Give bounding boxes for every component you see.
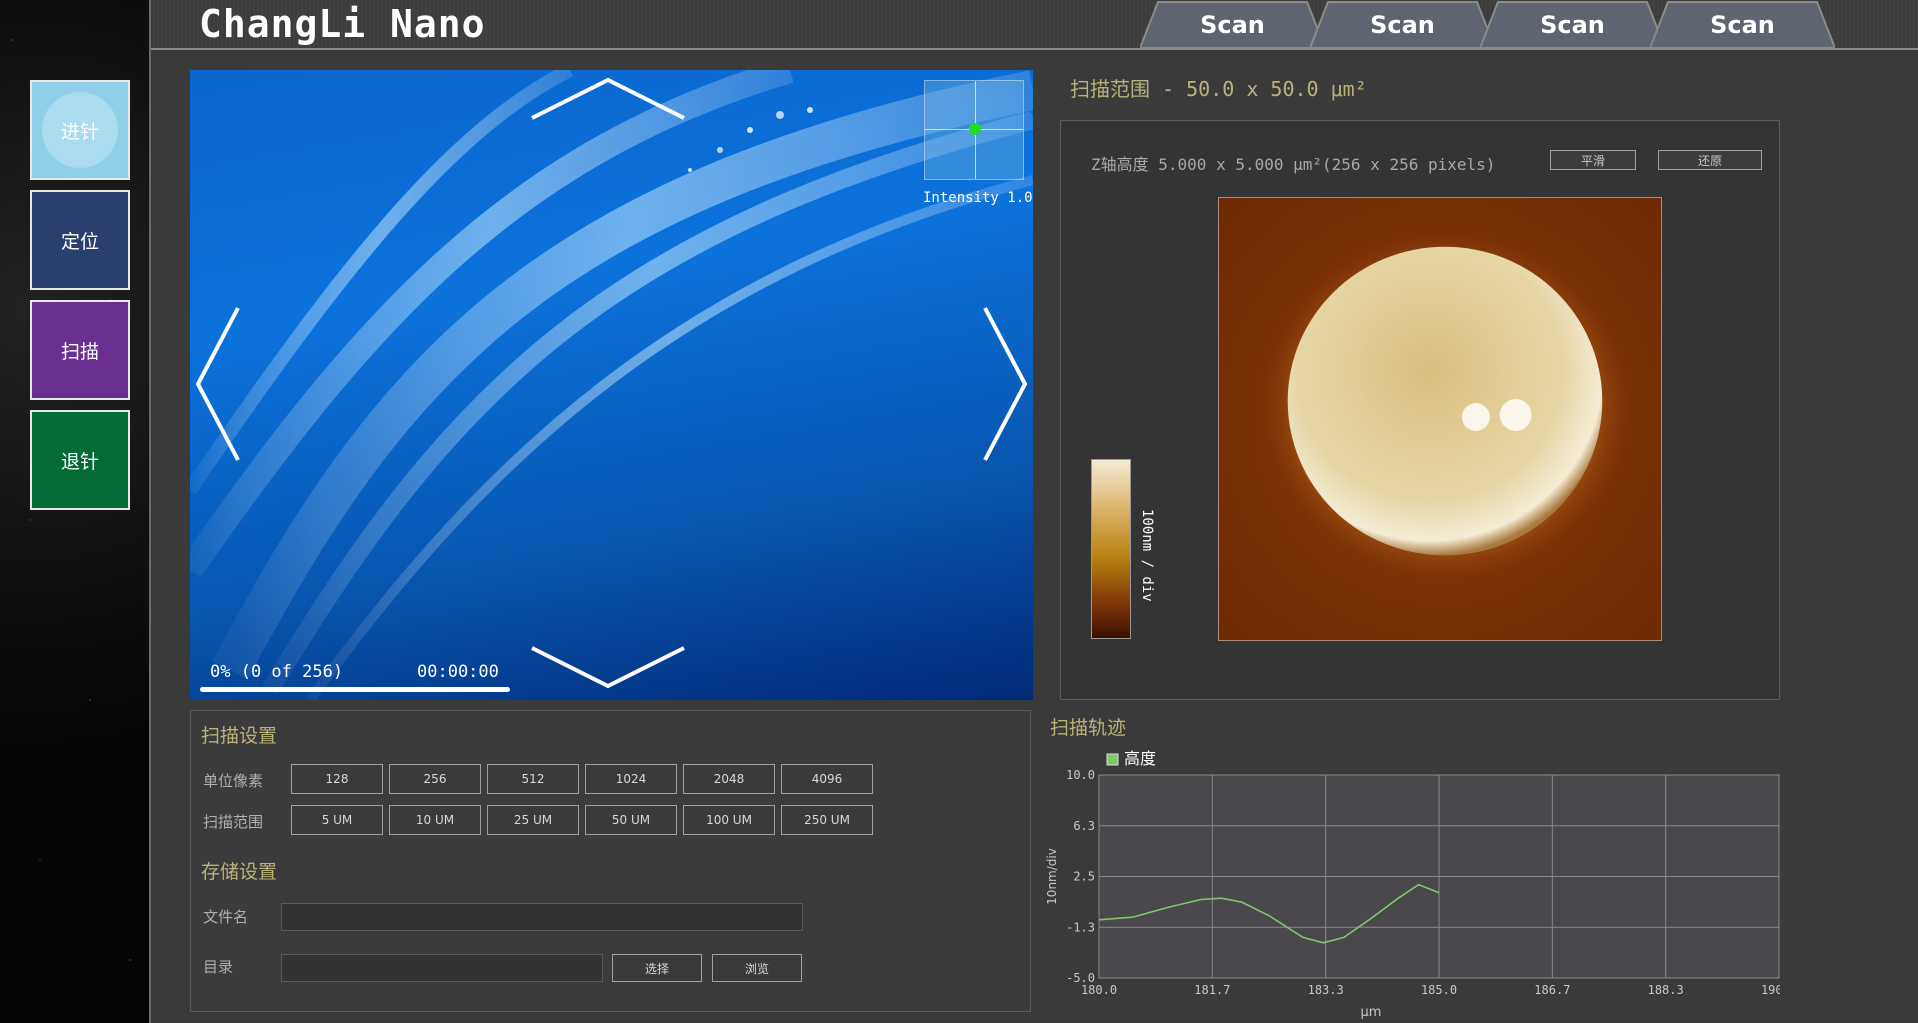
x-tick-label: 190.0: [1761, 983, 1780, 997]
tab-scan-3-label: Scan: [1540, 11, 1605, 39]
x-tick-label: 186.7: [1534, 983, 1570, 997]
x-tick-label: 185.0: [1421, 983, 1457, 997]
scan-settings-panel: 扫描设置 单位像素 128 256 512 1024 2048 4096 扫描范…: [190, 710, 1031, 1012]
legend-swatch: [1106, 753, 1119, 766]
tab-scan-1[interactable]: Scan: [1140, 0, 1325, 50]
pixel-512-button[interactable]: 512: [487, 764, 579, 794]
approach-button[interactable]: 进针: [30, 80, 130, 180]
range-100um-button[interactable]: 100 UM: [683, 805, 775, 835]
scan-range-label: 扫描范围: [203, 813, 264, 831]
scan-progress-bar: [200, 687, 510, 692]
tab-scan-1-label: Scan: [1200, 11, 1265, 39]
pixel-resolution-label: 单位像素: [203, 772, 264, 790]
app-window: 进针 定位 扫描 退针 ChangLi Nano Scan Scan Scan …: [0, 0, 1918, 1023]
scan-image-panel: Z轴高度 5.000 x 5.000 μm²(256 x 256 pixels)…: [1060, 120, 1780, 700]
y-tick-label: 2.5: [1073, 870, 1095, 884]
retract-button[interactable]: 退针: [30, 410, 130, 510]
up-arrow-icon[interactable]: [530, 76, 686, 120]
tab-scan-2[interactable]: Scan: [1310, 0, 1495, 50]
y-tick-label: -1.3: [1066, 920, 1095, 934]
smooth-button[interactable]: 平滑: [1550, 150, 1636, 170]
z-height-info: Z轴高度 5.000 x 5.000 μm²(256 x 256 pixels): [1091, 155, 1496, 174]
x-tick-label: 183.3: [1308, 983, 1344, 997]
scan-range-title: 扫描范围 - 50.0 x 50.0 μm²: [1070, 77, 1367, 101]
legend-label: 高度: [1124, 749, 1156, 768]
tab-scan-3[interactable]: Scan: [1480, 0, 1665, 50]
restore-button[interactable]: 还原: [1658, 150, 1762, 170]
range-5um-button[interactable]: 5 UM: [291, 805, 383, 835]
approach-button-glow: 进针: [42, 92, 118, 168]
afm-height-image[interactable]: [1218, 197, 1662, 641]
retract-label: 退针: [60, 450, 99, 473]
browse-button[interactable]: 浏览: [712, 954, 802, 982]
x-tick-label: 188.3: [1648, 983, 1684, 997]
camera-viewer[interactable]: Intensity 1.0 0% (0 of 256) 00:00:00: [190, 70, 1033, 700]
colorbar-scale-label: 100nm / div: [1139, 509, 1155, 602]
y-tick-label: 6.3: [1073, 819, 1095, 833]
y-axis-label: 10nm/div: [1045, 848, 1059, 905]
left-arrow-icon[interactable]: [194, 306, 240, 462]
scan-progress-text: 0% (0 of 256): [210, 662, 344, 682]
directory-label: 目录: [203, 958, 234, 976]
pixel-128-button[interactable]: 128: [291, 764, 383, 794]
x-tick-label: 180.0: [1081, 983, 1117, 997]
scan-label: 扫描: [60, 340, 99, 363]
x-tick-label: 181.7: [1194, 983, 1230, 997]
locate-button[interactable]: 定位: [30, 190, 130, 290]
tab-scan-4[interactable]: Scan: [1650, 0, 1835, 50]
range-50um-button[interactable]: 50 UM: [585, 805, 677, 835]
x-axis-label: μm: [1361, 1005, 1382, 1020]
viewer-wallpaper: [190, 70, 1033, 700]
position-marker: [969, 123, 981, 135]
y-tick-label: 10.0: [1066, 768, 1095, 782]
select-directory-button[interactable]: 选择: [612, 954, 702, 982]
tab-scan-4-label: Scan: [1710, 11, 1775, 39]
approach-label: 进针: [60, 120, 99, 143]
scan-trace-title: 扫描轨迹: [1050, 717, 1127, 739]
app-title: ChangLi Nano: [199, 2, 486, 46]
scan-trace-chart[interactable]: 180.0 181.7 183.3 185.0 186.7 188.3 190.0 10.0 6…: [1040, 740, 1780, 1023]
intensity-readout: Intensity 1.0: [923, 190, 1033, 206]
range-25um-button[interactable]: 25 UM: [487, 805, 579, 835]
position-minimap[interactable]: [924, 80, 1024, 180]
storage-settings-title: 存储设置: [201, 861, 278, 883]
right-arrow-icon[interactable]: [983, 306, 1029, 462]
height-colorbar: [1091, 459, 1131, 639]
pixel-4096-button[interactable]: 4096: [781, 764, 873, 794]
pixel-2048-button[interactable]: 2048: [683, 764, 775, 794]
range-10um-button[interactable]: 10 UM: [389, 805, 481, 835]
locate-label: 定位: [60, 230, 99, 253]
y-tick-label: -5.0: [1066, 971, 1095, 985]
range-250um-button[interactable]: 250 UM: [781, 805, 873, 835]
scan-settings-title: 扫描设置: [201, 725, 278, 747]
scan-elapsed-time: 00:00:00: [417, 662, 499, 682]
pixel-256-button[interactable]: 256: [389, 764, 481, 794]
sidebar-divider: [149, 0, 151, 1023]
filename-input[interactable]: [281, 903, 803, 931]
pixel-1024-button[interactable]: 1024: [585, 764, 677, 794]
directory-input[interactable]: [281, 954, 603, 982]
tab-scan-2-label: Scan: [1370, 11, 1435, 39]
filename-label: 文件名: [203, 908, 249, 926]
down-arrow-icon[interactable]: [530, 646, 686, 690]
scan-button[interactable]: 扫描: [30, 300, 130, 400]
